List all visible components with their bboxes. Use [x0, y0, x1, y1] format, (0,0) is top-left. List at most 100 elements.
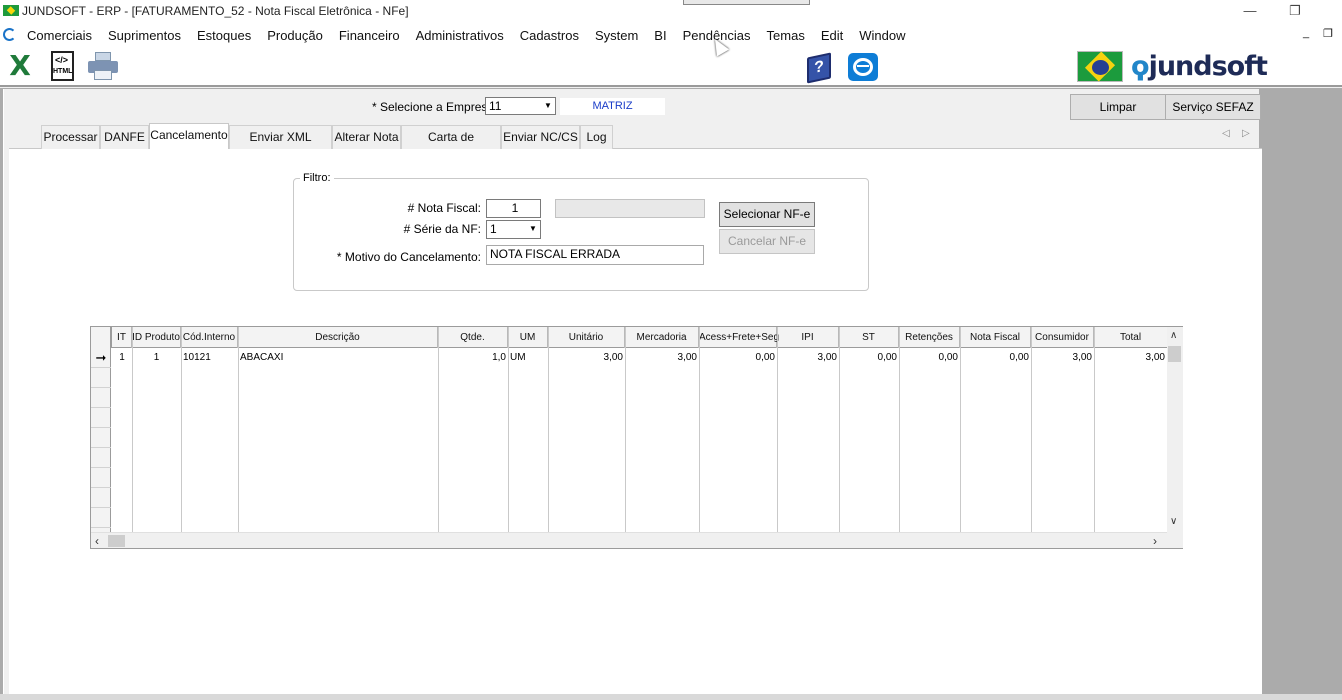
menu-edit[interactable]: Edit [821, 28, 843, 43]
row-indicator [91, 408, 111, 428]
serie-nf-value: 1 [490, 222, 497, 236]
empresa-label: * Selecione a Empresa: [372, 100, 498, 114]
col-header-it[interactable]: IT [112, 327, 132, 348]
vertical-scroll-thumb[interactable] [1168, 346, 1181, 362]
cell-ipi[interactable]: 3,00 [777, 349, 839, 367]
col-header-consumidor[interactable]: Consumidor [1031, 327, 1094, 348]
scroll-down-icon[interactable]: ∨ [1170, 516, 1177, 527]
title-bar: JUNDSOFT - ERP - [FATURAMENTO_52 - Nota … [0, 0, 1342, 23]
col-header-total[interactable]: Total [1094, 327, 1167, 348]
col-header-retencoes[interactable]: Retenções [899, 327, 960, 348]
row-indicator [91, 468, 111, 488]
scroll-right-icon[interactable]: › [1153, 534, 1157, 548]
cell-total[interactable]: 3,00 [1094, 349, 1167, 367]
tab-scroll-left-icon[interactable]: ◁ [1222, 128, 1230, 139]
printer-icon[interactable] [88, 52, 118, 80]
brazil-flag-icon [1077, 51, 1123, 82]
mdi-minimize-button[interactable]: _ [1303, 27, 1309, 39]
mdi-bottom-edge [0, 694, 1342, 700]
col-header-unitario[interactable]: Unitário [548, 327, 625, 348]
row-indicator [91, 368, 111, 388]
cell-retencoes[interactable]: 0,00 [899, 349, 960, 367]
tab-processar[interactable]: Processar [41, 125, 100, 149]
chevron-down-icon[interactable]: ▼ [526, 221, 540, 238]
scroll-left-icon[interactable]: ‹ [95, 534, 99, 548]
col-header-qtde[interactable]: Qtde. [438, 327, 508, 348]
menu-cadastros[interactable]: Cadastros [520, 28, 579, 43]
col-header-cod-interno[interactable]: Cód.Interno [181, 327, 238, 348]
servico-sefaz-button[interactable]: Serviço SEFAZ [1165, 94, 1261, 120]
tab-cancelamento[interactable]: Cancelamento [149, 123, 229, 150]
col-header-acess-frete-seg[interactable]: Acess+Frete+Seg [699, 327, 779, 348]
col-header-id-produto[interactable]: ID Produto [132, 327, 181, 348]
app-menu-icon[interactable] [3, 28, 16, 41]
tab-danfe[interactable]: DANFE [100, 125, 149, 149]
menu-suprimentos[interactable]: Suprimentos [108, 28, 181, 43]
row-indicator [91, 508, 111, 528]
cell-cod-interno[interactable]: 10121 [181, 349, 238, 367]
tab-enviar-nc-cs[interactable]: Enviar NC/CS [501, 125, 580, 149]
selecionar-nfe-button[interactable]: Selecionar NF-e [719, 202, 815, 227]
current-row-arrow-icon[interactable]: ➞ [91, 348, 111, 368]
menu-bi[interactable]: BI [654, 28, 666, 43]
limpar-button[interactable]: Limpar [1070, 94, 1166, 120]
brand-text: jundsoft [1148, 51, 1268, 82]
cell-um[interactable]: UM [508, 349, 548, 367]
motivo-input[interactable]: NOTA FISCAL ERRADA [486, 245, 704, 265]
empresa-select[interactable]: 11 ▼ [485, 97, 556, 115]
nota-fiscal-input[interactable]: 1 [486, 199, 541, 218]
row-indicator [91, 388, 111, 408]
horizontal-scroll-thumb[interactable] [108, 535, 125, 547]
tab-alterar-nota[interactable]: Alterar Nota [332, 125, 401, 149]
menu-window[interactable]: Window [859, 28, 905, 43]
restore-button[interactable]: ❐ [1283, 2, 1307, 20]
cell-st[interactable]: 0,00 [839, 349, 899, 367]
col-header-ipi[interactable]: IPI [777, 327, 839, 348]
scroll-up-icon[interactable]: ∧ [1170, 330, 1177, 341]
menu-estoques[interactable]: Estoques [197, 28, 251, 43]
menu-comerciais[interactable]: Comerciais [27, 28, 92, 43]
cell-id-produto[interactable]: 1 [132, 349, 181, 367]
menu-bar: Comerciais Suprimentos Estoques Produção… [0, 23, 1342, 47]
horizontal-scrollbar[interactable]: ‹ › [91, 532, 1167, 548]
minimize-button[interactable]: — [1238, 2, 1262, 20]
window-title: JUNDSOFT - ERP - [FATURAMENTO_52 - Nota … [22, 4, 409, 18]
html-export-icon[interactable]: HTML [51, 51, 74, 81]
menu-temas[interactable]: Temas [767, 28, 805, 43]
tab-scroll-right-icon[interactable]: ▷ [1242, 128, 1250, 139]
cell-consumidor[interactable]: 3,00 [1031, 349, 1094, 367]
col-header-st[interactable]: ST [839, 327, 899, 348]
cell-descricao[interactable]: ABACAXI [238, 349, 438, 367]
teamviewer-icon[interactable] [848, 53, 878, 81]
col-header-mercadoria[interactable]: Mercadoria [625, 327, 699, 348]
col-header-descricao[interactable]: Descrição [238, 327, 438, 348]
cell-acess-frete-seg[interactable]: 0,00 [699, 349, 777, 367]
window-drag-handle[interactable] [683, 0, 810, 5]
chevron-down-icon[interactable]: ▼ [541, 98, 555, 114]
menu-producao[interactable]: Produção [267, 28, 323, 43]
tab-log[interactable]: Log [580, 125, 613, 149]
cell-it[interactable]: 1 [112, 349, 132, 367]
menu-financeiro[interactable]: Financeiro [339, 28, 400, 43]
mdi-client: * Selecione a Empresa: 11 ▼ MATRIZ Limpa… [0, 88, 1342, 700]
cell-qtde[interactable]: 1,0 [438, 349, 508, 367]
menu-system[interactable]: System [595, 28, 638, 43]
cancelar-nfe-button[interactable]: Cancelar NF-e [719, 229, 815, 254]
cell-nota-fiscal[interactable]: 0,00 [960, 349, 1031, 367]
excel-icon[interactable]: X [6, 52, 34, 81]
nfe-form: * Selecione a Empresa: 11 ▼ MATRIZ Limpa… [3, 89, 1262, 695]
menu-administrativos[interactable]: Administrativos [416, 28, 504, 43]
row-indicator [91, 488, 111, 508]
tab-enviar-xml-cliente[interactable]: Enviar XML Cliente [229, 125, 332, 166]
help-book-icon[interactable]: ? [804, 52, 834, 84]
cell-unitario[interactable]: 3,00 [548, 349, 625, 367]
cell-mercadoria[interactable]: 3,00 [625, 349, 699, 367]
vertical-scrollbar[interactable]: ∧ ∨ [1167, 327, 1183, 532]
mdi-restore-button[interactable]: ❐ [1323, 27, 1333, 40]
col-header-nota-fiscal[interactable]: Nota Fiscal [960, 327, 1031, 348]
tab-carta-de-correcao[interactable]: Carta de Correção [401, 125, 501, 166]
app-flag-icon [3, 5, 19, 16]
serie-nf-select[interactable]: 1 ▼ [486, 220, 541, 239]
empresa-name: MATRIZ [560, 98, 665, 115]
col-header-um[interactable]: UM [508, 327, 548, 348]
